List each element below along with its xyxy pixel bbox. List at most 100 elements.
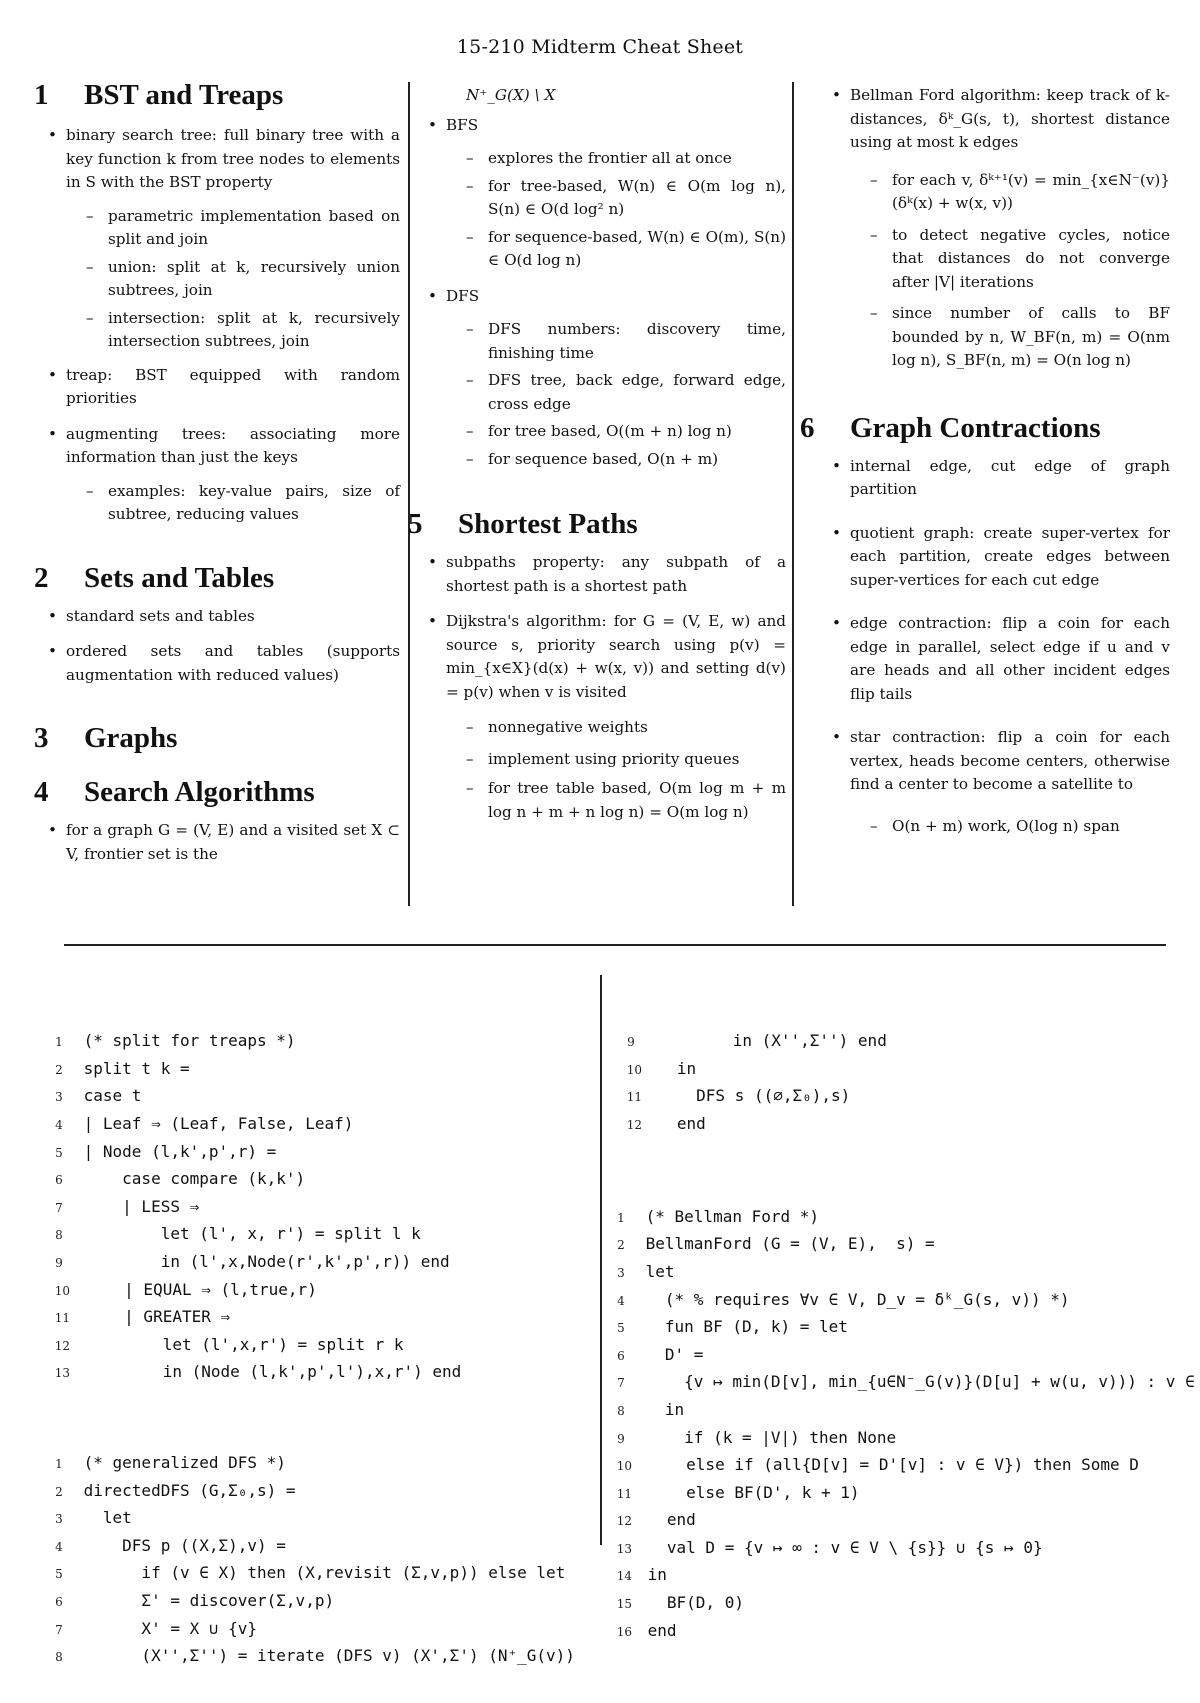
section-heading: 5 Shortest Paths: [408, 507, 786, 541]
code-text: if (k = |V|) then None: [636, 1427, 897, 1447]
code-text: (* generalized DFS *): [74, 1453, 286, 1473]
line-number: 8: [617, 1403, 625, 1418]
item-text: Bellman Ford algorithm: keep track of k-…: [850, 86, 1170, 151]
code-text: DFS p ((X,Σ),v) =: [74, 1535, 286, 1555]
sub-item: parametric implementation based on split…: [86, 205, 400, 252]
line-number: 9: [55, 1255, 63, 1270]
code-line: 12 end: [606, 1507, 1200, 1535]
line-number: 3: [55, 1090, 63, 1105]
code-text: (* % requires ∀v ∈ V, D_v = δᵏ_G(s, v)) …: [636, 1289, 1070, 1309]
bullet-list: internal edge, cut edge of graph partiti…: [800, 455, 1170, 839]
line-number: 4: [55, 1539, 63, 1554]
list-item: edge contraction: flip a coin for each e…: [832, 612, 1170, 706]
line-number: 6: [55, 1595, 63, 1610]
code-text: | GREATER ⇒: [76, 1307, 231, 1327]
line-number: 6: [55, 1173, 63, 1188]
code-text: | EQUAL ⇒ (l,true,r): [76, 1279, 317, 1299]
code-text: (* split for treaps *): [74, 1031, 296, 1051]
code-text: fun BF (D, k) = let: [636, 1317, 848, 1337]
sub-item: for tree table based, O(m log m + m log …: [466, 777, 786, 824]
line-number: 12: [626, 1117, 642, 1132]
code-line: 11 DFS s ((∅,Σ₀),s): [616, 1083, 1200, 1111]
code-text: Σ' = discover(Σ,v,p): [74, 1591, 335, 1611]
line-number: 6: [617, 1348, 625, 1363]
code-text: split t k =: [74, 1058, 190, 1078]
bullet-list: BFS explores the frontier all at once fo…: [414, 114, 786, 472]
code-line: 1 (* generalized DFS *): [44, 1450, 575, 1478]
sub-item: implement using priority queues: [466, 748, 786, 772]
code-text: directedDFS (G,Σ₀,s) =: [74, 1480, 296, 1500]
list-item: augmenting trees: associating more infor…: [48, 423, 400, 527]
sub-item: to detect negative cycles, notice that d…: [870, 224, 1170, 295]
line-number: 5: [55, 1567, 63, 1582]
code-line: 5 | Node (l,k',p',r) =: [44, 1139, 575, 1167]
sub-item: for tree-based, W(n) ∈ O(m log n), S(n) …: [466, 175, 786, 222]
line-number: 1: [55, 1457, 63, 1472]
sub-item: DFS tree, back edge, forward edge, cross…: [466, 369, 786, 416]
sub-item: union: split at k, recursively union sub…: [86, 256, 400, 303]
column-3: Bellman Ford algorithm: keep track of k-…: [800, 84, 1170, 838]
sub-item: for sequence-based, W(n) ∈ O(m), S(n) ∈ …: [466, 226, 786, 273]
list-item: treap: BST equipped with random prioriti…: [48, 364, 400, 411]
sub-item: for sequence based, O(n + m): [466, 448, 786, 472]
section-title: Graph Contractions: [850, 411, 1101, 444]
list-item: star contraction: flip a coin for each v…: [832, 726, 1170, 838]
sub-item: explores the frontier all at once: [466, 147, 786, 171]
code-column-right: 9 in (X'',Σ'') end 10 in 11 DFS s ((∅,Σ₀),…: [616, 975, 1200, 1678]
item-text: binary search tree: full binary tree wit…: [66, 126, 400, 191]
code-line: 6 D' =: [606, 1342, 1200, 1370]
sub-list: examples: key-value pairs, size of subtr…: [66, 480, 400, 527]
code-text: | LESS ⇒: [74, 1196, 200, 1216]
section-heading: 3 Graphs: [34, 721, 400, 755]
code-text: case t: [74, 1086, 142, 1106]
column-1: 1 BST and Treaps binary search tree: ful…: [34, 78, 400, 866]
code-text: (* Bellman Ford *): [636, 1206, 820, 1226]
section-number: 6: [800, 411, 815, 444]
code-line: 2 directedDFS (G,Σ₀,s) =: [44, 1478, 575, 1506]
column-divider: [408, 82, 410, 906]
code-column-divider: [600, 975, 602, 1545]
line-number: 7: [617, 1376, 625, 1391]
line-number: 11: [54, 1311, 70, 1326]
item-text: BFS: [446, 115, 479, 134]
section-heading: 2 Sets and Tables: [34, 561, 400, 595]
code-text: let (l',x,r') = split r k: [76, 1334, 404, 1354]
bullet-list: Bellman Ford algorithm: keep track of k-…: [800, 84, 1170, 373]
code-line: 9 in (l',x,Node(r',k',p',r)) end: [44, 1249, 575, 1277]
code-line: 14 in: [606, 1562, 1200, 1590]
code-block-dfs: 1 (* generalized DFS *) 2 directedDFS (G,…: [44, 1450, 575, 1671]
code-line: 8 in: [606, 1397, 1200, 1425]
line-number: 2: [55, 1062, 63, 1077]
code-line: 8 (X'',Σ'') = iterate (DFS v) (X',Σ') (N…: [44, 1643, 575, 1671]
section-number: 1: [34, 79, 49, 111]
code-line: 15 BF(D, 0): [606, 1590, 1200, 1618]
list-item: ordered sets and tables (supports augmen…: [48, 640, 400, 687]
code-line: 2 split t k =: [44, 1056, 575, 1084]
sub-list: DFS numbers: discovery time, finishing t…: [446, 318, 786, 471]
code-text: in (Node (l,k',p',l'),x,r') end: [76, 1362, 462, 1382]
bullet-list: subpaths property: any subpath of a shor…: [414, 551, 786, 824]
line-number: 4: [617, 1293, 625, 1308]
code-text: in: [638, 1565, 667, 1585]
list-item: standard sets and tables: [48, 605, 400, 629]
code-line: 9 in (X'',Σ'') end: [616, 1028, 1200, 1056]
code-line: 11 | GREATER ⇒: [44, 1304, 575, 1332]
list-item: binary search tree: full binary tree wit…: [48, 124, 400, 354]
item-text: augmenting trees: associating more infor…: [66, 424, 400, 467]
code-line: 6 case compare (k,k'): [44, 1166, 575, 1194]
line-number: 15: [616, 1597, 632, 1612]
code-text: end: [638, 1620, 677, 1640]
code-text: case compare (k,k'): [74, 1169, 306, 1189]
frontier-continuation: N⁺_G(X) \ X: [466, 86, 556, 104]
line-number: 7: [55, 1200, 63, 1215]
section-heading: 6 Graph Contractions: [800, 411, 1170, 445]
code-line: 16 end: [606, 1618, 1200, 1646]
sub-item: DFS numbers: discovery time, finishing t…: [466, 318, 786, 365]
code-text: BF(D, 0): [638, 1593, 744, 1613]
section-number: 4: [34, 776, 49, 808]
sub-list: explores the frontier all at once for tr…: [446, 147, 786, 273]
section-heading: 4 Search Algorithms: [34, 775, 400, 809]
section-title: Graphs: [84, 722, 178, 754]
line-number: 9: [617, 1431, 625, 1446]
code-text: val D = {v ↦ ∞ : v ∈ V \ {s}} ∪ {s ↦ 0}: [638, 1537, 1043, 1557]
